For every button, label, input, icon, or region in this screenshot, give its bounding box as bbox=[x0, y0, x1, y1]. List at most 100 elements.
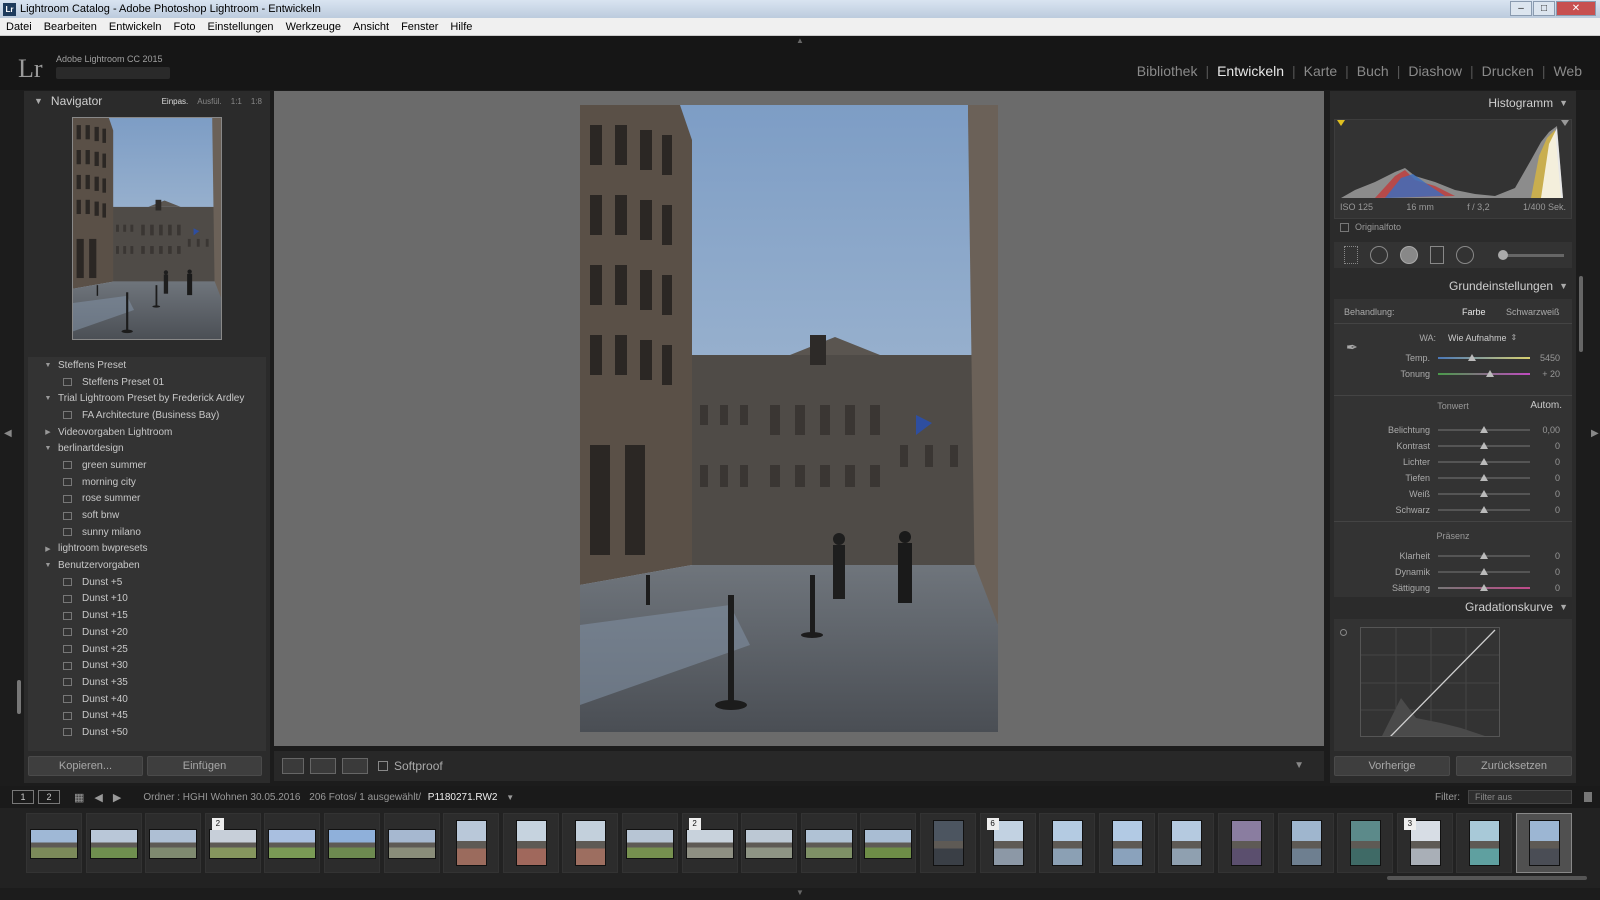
slider-value[interactable]: 0 bbox=[1530, 457, 1560, 467]
menu-foto[interactable]: Foto bbox=[167, 21, 201, 33]
filmstrip-thumbnail[interactable] bbox=[1456, 813, 1513, 873]
filmstrip-scrollbar[interactable] bbox=[1387, 876, 1587, 880]
module-bibliothek[interactable]: Bibliothek bbox=[1129, 63, 1206, 79]
preset-item[interactable]: Dunst +45 bbox=[28, 707, 266, 724]
paste-button[interactable]: Einfügen bbox=[147, 756, 262, 776]
filter-select[interactable]: Filter aus bbox=[1468, 790, 1572, 804]
collapsed-triangle-icon[interactable]: ▶ bbox=[42, 545, 54, 553]
preset-item[interactable]: green summer bbox=[28, 457, 266, 474]
reset-button[interactable]: Zurücksetzen bbox=[1456, 756, 1572, 776]
preset-folder[interactable]: ▼ berlinartdesign bbox=[28, 440, 266, 457]
treatment-color[interactable]: Farbe bbox=[1462, 307, 1506, 317]
module-buch[interactable]: Buch bbox=[1349, 63, 1397, 79]
slider-track[interactable] bbox=[1438, 490, 1530, 497]
expanded-triangle-icon[interactable]: ▼ bbox=[42, 395, 54, 402]
filmstrip-thumbnail[interactable] bbox=[741, 813, 798, 873]
filmstrip-thumbnail[interactable] bbox=[443, 813, 500, 873]
copy-button[interactable]: Kopieren... bbox=[28, 756, 143, 776]
filmstrip-thumbnail[interactable] bbox=[1337, 813, 1394, 873]
zoom-fit[interactable]: Einpas. bbox=[162, 97, 189, 106]
preset-item[interactable]: FA Architecture (Business Bay) bbox=[28, 407, 266, 424]
filmstrip-source[interactable]: Ordner : HGHI Wohnen 30.05.2016 206 Foto… bbox=[143, 792, 514, 803]
expanded-triangle-icon[interactable]: ▼ bbox=[42, 445, 54, 452]
slider-value[interactable]: 0 bbox=[1530, 473, 1560, 483]
graduated-filter-tool-icon[interactable] bbox=[1430, 246, 1444, 264]
preset-item[interactable]: Dunst +30 bbox=[28, 657, 266, 674]
red-eye-tool-icon[interactable] bbox=[1400, 246, 1418, 264]
target-adjustment-icon[interactable] bbox=[1340, 629, 1347, 636]
right-panel-toggle-icon[interactable]: ▶ bbox=[1591, 428, 1599, 439]
preset-item[interactable]: soft bnw bbox=[28, 507, 266, 524]
window-2-button[interactable]: 2 bbox=[38, 790, 60, 804]
slider-track[interactable] bbox=[1438, 474, 1530, 481]
preset-item[interactable]: Dunst +50 bbox=[28, 724, 266, 741]
original-photo-option[interactable]: Originalfoto bbox=[1340, 222, 1401, 232]
module-entwickeln[interactable]: Entwickeln bbox=[1209, 63, 1292, 79]
preset-folder[interactable]: ▶ Videovorgaben Lightroom bbox=[28, 424, 266, 441]
before-after-swap-button[interactable] bbox=[342, 758, 368, 774]
slider-knob[interactable] bbox=[1480, 584, 1488, 591]
slider-knob[interactable] bbox=[1480, 568, 1488, 575]
auto-tone-button[interactable]: Autom. bbox=[1530, 400, 1562, 411]
zoom-custom[interactable]: 1:8 bbox=[251, 97, 262, 106]
slider-track[interactable] bbox=[1438, 370, 1530, 377]
slider-value[interactable]: 0 bbox=[1530, 441, 1560, 451]
slider-knob[interactable] bbox=[1480, 426, 1488, 433]
slider-track[interactable] bbox=[1438, 442, 1530, 449]
filmstrip-thumbnail[interactable] bbox=[383, 813, 440, 873]
preset-item[interactable]: Dunst +5 bbox=[28, 574, 266, 591]
slider-track[interactable] bbox=[1438, 552, 1530, 559]
navigator-preview[interactable] bbox=[72, 117, 222, 340]
right-scrollbar[interactable] bbox=[1579, 276, 1583, 352]
filmstrip-thumbnail[interactable]: 6 bbox=[979, 813, 1036, 873]
spot-removal-tool-icon[interactable] bbox=[1370, 246, 1388, 264]
slider-knob[interactable] bbox=[1480, 442, 1488, 449]
menu-entwickeln[interactable]: Entwickeln bbox=[103, 21, 168, 33]
preset-item[interactable]: morning city bbox=[28, 474, 266, 491]
slider-track[interactable] bbox=[1438, 458, 1530, 465]
previous-button[interactable]: Vorherige bbox=[1334, 756, 1450, 776]
expanded-triangle-icon[interactable]: ▼ bbox=[42, 362, 54, 369]
filmstrip-thumbnail[interactable] bbox=[800, 813, 857, 873]
left-scrollbar[interactable] bbox=[17, 680, 21, 714]
filmstrip-thumbnail[interactable] bbox=[264, 813, 321, 873]
menu-ansicht[interactable]: Ansicht bbox=[347, 21, 395, 33]
slider-track[interactable] bbox=[1438, 506, 1530, 513]
adjustment-brush-slider[interactable] bbox=[1498, 249, 1564, 260]
main-photo[interactable] bbox=[580, 105, 998, 732]
filmstrip-thumbnail[interactable] bbox=[145, 813, 202, 873]
filmstrip-thumbnail[interactable] bbox=[502, 813, 559, 873]
slider-track[interactable] bbox=[1438, 426, 1530, 433]
filmstrip-thumbnail[interactable]: 3 bbox=[1396, 813, 1453, 873]
treatment-bw[interactable]: Schwarzweiß bbox=[1506, 307, 1560, 317]
preset-item[interactable]: Dunst +10 bbox=[28, 591, 266, 608]
back-arrow-icon[interactable]: ◀ bbox=[94, 791, 102, 804]
filmstrip-thumbnail[interactable] bbox=[26, 813, 82, 873]
slider-knob[interactable] bbox=[1480, 506, 1488, 513]
filmstrip-thumbnail[interactable] bbox=[1218, 813, 1274, 873]
filmstrip-thumbnail[interactable] bbox=[324, 813, 380, 873]
original-photo-checkbox[interactable] bbox=[1340, 222, 1349, 232]
filmstrip-thumbnail[interactable]: 2 bbox=[204, 813, 261, 873]
module-drucken[interactable]: Drucken bbox=[1474, 63, 1542, 79]
module-karte[interactable]: Karte bbox=[1296, 63, 1345, 79]
preset-folder[interactable]: ▼ Trial Lightroom Preset by Frederick Ard… bbox=[28, 390, 266, 407]
preset-folder[interactable]: ▶ lightroom bwpresets bbox=[28, 541, 266, 558]
before-after-button[interactable] bbox=[310, 758, 336, 774]
slider-value[interactable]: + 20 bbox=[1530, 369, 1560, 379]
filmstrip-thumbnail[interactable] bbox=[1516, 813, 1572, 873]
wb-select[interactable]: Wie Aufnahme bbox=[1448, 333, 1507, 343]
filmstrip-thumbnail[interactable] bbox=[622, 813, 678, 873]
crop-tool-icon[interactable] bbox=[1344, 246, 1358, 264]
filmstrip-thumbnail[interactable] bbox=[860, 813, 917, 873]
slider-value[interactable]: 0,00 bbox=[1530, 425, 1560, 435]
preset-item[interactable]: sunny milano bbox=[28, 524, 266, 541]
preset-item[interactable]: Dunst +35 bbox=[28, 674, 266, 691]
maximize-icon[interactable]: □ bbox=[1533, 1, 1555, 16]
slider-knob[interactable] bbox=[1480, 490, 1488, 497]
slider-value[interactable]: 0 bbox=[1530, 583, 1560, 593]
slider-knob[interactable] bbox=[1480, 458, 1488, 465]
filmstrip-thumbnail[interactable] bbox=[1158, 813, 1215, 873]
collapsed-triangle-icon[interactable]: ▶ bbox=[42, 428, 54, 436]
basic-header[interactable]: Grundeinstellungen ▼ bbox=[1449, 279, 1568, 293]
